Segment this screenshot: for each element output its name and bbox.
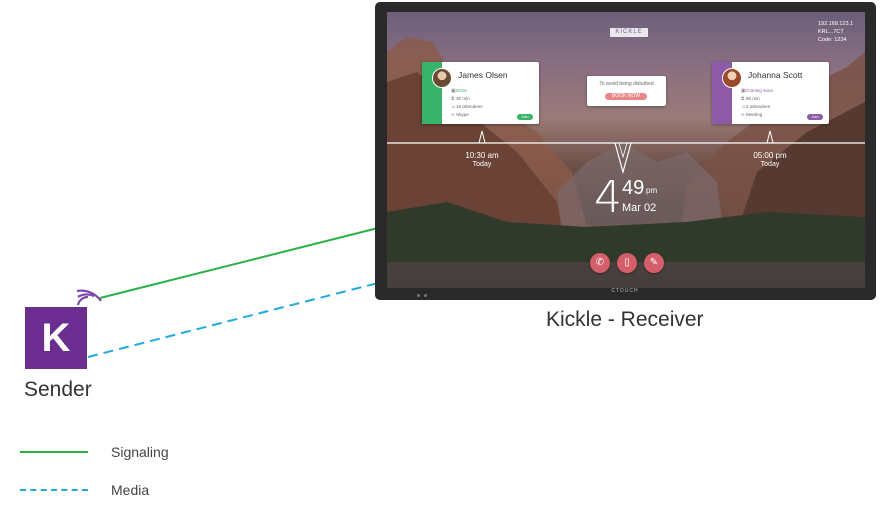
display-brand: CTOUCH [611, 288, 639, 294]
meeting-organizer: Johanna Scott [748, 70, 803, 80]
app-logo: KICKLE [610, 28, 648, 37]
book-now-button[interactable]: BOOK NOW [605, 93, 647, 100]
connection-info: 192.168.123.1 KRL...7CT Code: 1234 [818, 20, 853, 44]
book-room-card: To avoid being disturbed BOOK NOW [587, 76, 666, 106]
landscape-background [387, 37, 865, 262]
meeting-card-right[interactable]: Johanna Scott ▣Coming soon ⧗60 min ☺2 at… [712, 62, 829, 124]
clock-date: Mar 02 [622, 202, 657, 214]
display-screen: KICKLE 192.168.123.1 KRL...7CT Code: 123… [387, 12, 865, 288]
meeting-attendees: 15 attendees [456, 104, 483, 109]
availability-message: To avoid being disturbed [599, 81, 654, 87]
legend-media-label: Media [111, 482, 150, 498]
legend-signaling-swatch [20, 451, 88, 453]
join-button[interactable]: Join [517, 114, 533, 120]
wireless-signal-icon [76, 289, 102, 306]
sender-logo: K [25, 307, 87, 369]
timeline-day-left: Today [472, 161, 492, 168]
media-connector [87, 282, 379, 358]
meeting-status: Coming soon [746, 88, 774, 93]
join-button[interactable]: Join [807, 114, 823, 120]
book-icon[interactable]: ▯ [617, 253, 637, 273]
power-led [417, 294, 420, 297]
meeting-status: Done [456, 88, 467, 93]
phone-icon[interactable]: ✆ [590, 253, 610, 273]
meeting-type: Skype [456, 112, 469, 117]
meeting-duration: 60 min [746, 96, 760, 101]
timeline-time-left: 10:30 am [465, 151, 499, 160]
avatar [432, 68, 452, 88]
meeting-duration: 30 min [456, 96, 470, 101]
connection-name: KRL...7CT [818, 29, 844, 35]
connection-ip: 192.168.123.1 [818, 21, 854, 27]
clock-minutes: 49 [622, 177, 645, 199]
clock-ampm: pm [646, 186, 658, 195]
clock-hour: 4 [594, 172, 622, 223]
meeting-type: Meeting [746, 112, 763, 117]
receiver-label: Kickle - Receiver [546, 308, 704, 331]
avatar [722, 68, 742, 88]
connection-code: Code: 1234 [818, 37, 847, 43]
sender-label: Sender [24, 378, 92, 401]
meeting-organizer: James Olsen [458, 70, 508, 80]
timeline-time-right: 05:00 pm [753, 151, 787, 160]
meeting-attendees: 2 attendees [746, 104, 771, 109]
pen-icon[interactable]: ✎ [644, 253, 664, 273]
legend-signaling-label: Signaling [111, 444, 169, 460]
legend-media-swatch [20, 489, 88, 491]
signaling-connector [99, 227, 379, 299]
sensor-led [424, 294, 427, 297]
timeline-day-right: Today [760, 161, 780, 168]
meeting-card-left[interactable]: James Olsen ▣Done ⧗30 min ☺15 attendees … [422, 62, 539, 124]
